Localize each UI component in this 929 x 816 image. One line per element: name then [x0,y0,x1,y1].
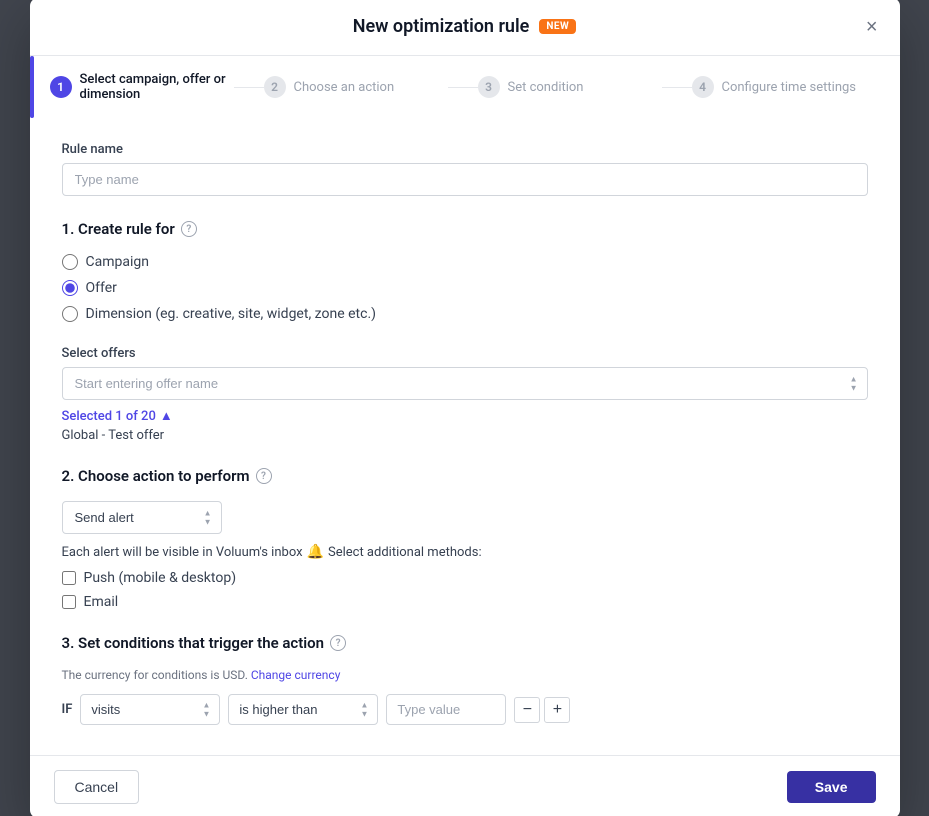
change-currency-link[interactable]: Change currency [251,668,341,682]
modal-body: Rule name 1. Create rule for ? Campaign [30,118,900,755]
operator-select-wrapper: is higher than is lower than is equal to… [228,694,378,725]
step-1-number: 1 [50,76,72,98]
create-rule-radio-group: Campaign Offer Dimension (eg. creative, … [62,254,868,322]
stepper-accent-bar [30,56,34,118]
radio-campaign[interactable]: Campaign [62,254,868,270]
radio-dimension-input[interactable] [62,306,78,322]
cancel-button[interactable]: Cancel [54,770,140,804]
radio-offer-input[interactable] [62,280,78,296]
step-4-number: 4 [692,76,714,98]
rule-name-input[interactable] [62,163,868,196]
set-conditions-title: 3. Set conditions that trigger the actio… [62,634,868,652]
currency-note: The currency for conditions is USD. Chan… [62,668,868,682]
save-button[interactable]: Save [787,771,876,803]
action-select[interactable]: Send alert Pause Resume [62,501,222,534]
action-select-wrapper: Send alert Pause Resume ▲ ▼ [62,501,222,534]
step-divider-2 [448,87,478,88]
modal-header: New optimization rule NEW × [30,0,900,56]
increment-button[interactable]: + [544,697,570,723]
create-rule-title: 1. Create rule for ? [62,220,868,238]
set-conditions-group: 3. Set conditions that trigger the actio… [62,634,868,725]
choose-action-help-icon[interactable]: ? [256,468,272,484]
selected-offers-badge[interactable]: Selected 1 of 20 ▲ [62,408,173,424]
radio-offer[interactable]: Offer [62,280,868,296]
step-3[interactable]: 3 Set condition [478,76,662,98]
step-4-label: Configure time settings [722,80,857,95]
decrement-button[interactable]: − [514,697,540,723]
step-1-label: Select campaign, offer or dimension [80,72,234,102]
checkbox-push[interactable]: Push (mobile & desktop) [62,570,868,586]
checkbox-push-input[interactable] [62,571,76,585]
radio-campaign-input[interactable] [62,254,78,270]
select-offers-input[interactable] [62,367,868,400]
choose-action-group: 2. Choose action to perform ? Send alert… [62,467,868,610]
if-label: IF [62,702,73,717]
modal-footer: Cancel Save [30,755,900,816]
step-divider-3 [662,87,692,88]
condition-row: IF visits clicks conversions revenue ▲ ▼ [62,694,868,725]
modal-overlay: New optimization rule NEW × 1 Select cam… [0,0,929,816]
modal-title: New optimization rule NEW [353,16,577,37]
chevron-up-icon: ▲ [160,408,173,424]
step-2-number: 2 [264,76,286,98]
create-rule-group: 1. Create rule for ? Campaign Offer Dime… [62,220,868,322]
rule-name-group: Rule name [62,142,868,196]
modal-title-text: New optimization rule [353,16,530,37]
rule-name-label: Rule name [62,142,868,157]
metric-select-wrapper: visits clicks conversions revenue ▲ ▼ [80,694,220,725]
step-2[interactable]: 2 Choose an action [264,76,448,98]
close-button[interactable]: × [862,13,882,41]
step-divider-1 [234,87,264,88]
plus-minus-controls: − + [514,697,570,723]
new-badge: NEW [539,19,576,34]
modal-dialog: New optimization rule NEW × 1 Select cam… [30,0,900,816]
choose-action-title: 2. Choose action to perform ? [62,467,868,485]
metric-select[interactable]: visits clicks conversions revenue [80,694,220,725]
select-offers-label: Select offers [62,346,868,361]
alert-description: Each alert will be visible in Voluum's i… [62,544,868,560]
radio-dimension-label: Dimension (eg. creative, site, widget, z… [86,306,377,322]
select-offers-group: Select offers ▲ ▼ Selected 1 of 20 ▲ Glo… [62,346,868,443]
set-conditions-help-icon[interactable]: ? [330,635,346,651]
select-offers-wrapper: ▲ ▼ [62,367,868,400]
bell-icon: 🔔 [307,544,324,560]
stepper: 1 Select campaign, offer or dimension 2 … [30,56,900,118]
step-4[interactable]: 4 Configure time settings [692,76,876,98]
operator-select[interactable]: is higher than is lower than is equal to [228,694,378,725]
condition-value-input[interactable] [386,694,506,725]
step-2-label: Choose an action [294,80,395,95]
checkbox-email[interactable]: Email [62,594,868,610]
stepper-steps: 1 Select campaign, offer or dimension 2 … [42,56,900,118]
selected-offer-item: Global - Test offer [62,428,868,443]
radio-dimension[interactable]: Dimension (eg. creative, site, widget, z… [62,306,868,322]
step-1[interactable]: 1 Select campaign, offer or dimension [50,72,234,102]
alert-methods-group: Push (mobile & desktop) Email [62,570,868,610]
create-rule-help-icon[interactable]: ? [181,221,197,237]
checkbox-email-label: Email [84,594,119,610]
step-3-number: 3 [478,76,500,98]
radio-campaign-label: Campaign [86,254,149,270]
radio-offer-label: Offer [86,280,117,296]
checkbox-email-input[interactable] [62,595,76,609]
step-3-label: Set condition [508,80,584,95]
checkbox-push-label: Push (mobile & desktop) [84,570,237,586]
